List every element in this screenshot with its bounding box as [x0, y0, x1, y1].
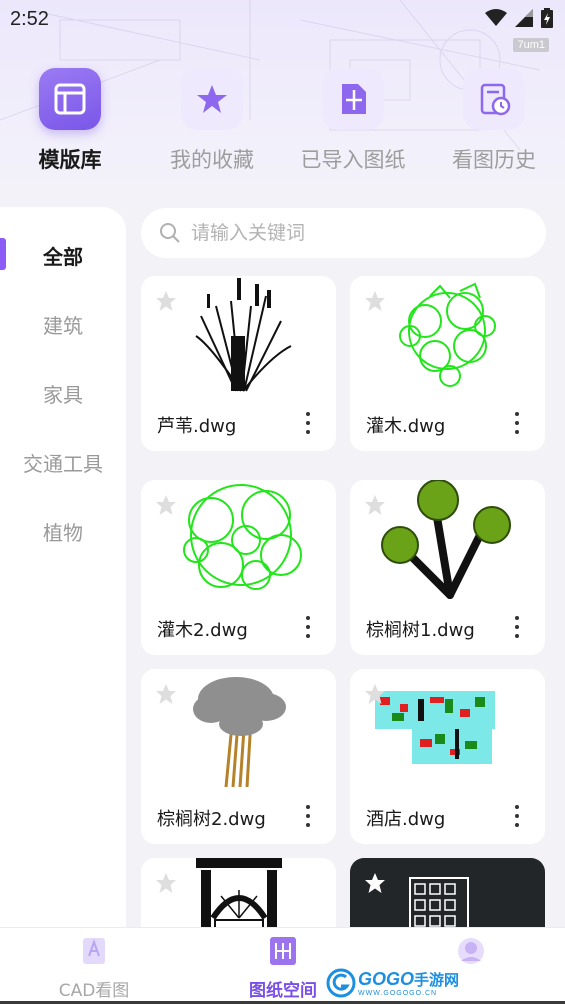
star-favorites-icon	[181, 68, 243, 130]
tab-label: 已导入图纸	[300, 148, 406, 172]
more-options-icon[interactable]	[302, 412, 314, 434]
bottom-tab-bar: CAD看图 图纸空间	[0, 927, 565, 1004]
template-card[interactable]: 棕榈树1.dwg	[350, 480, 545, 655]
tab-label: 模版库	[36, 144, 102, 176]
template-card[interactable]: 棕榈树2.dwg	[141, 669, 336, 844]
template-name: 棕榈树1.dwg	[366, 620, 475, 641]
status-bar: 2:52 7um1	[0, 0, 565, 52]
template-library-icon	[39, 68, 101, 130]
template-card[interactable]: 芦苇.dwg	[141, 276, 336, 451]
signal-icon	[515, 9, 533, 27]
device-badge: 7um1	[513, 38, 549, 52]
more-options-icon[interactable]	[302, 805, 314, 827]
battery-charging-icon	[541, 8, 553, 28]
wifi-icon	[485, 9, 507, 26]
template-card[interactable]: 酒店.dwg	[350, 669, 545, 844]
favorite-star-icon[interactable]	[155, 494, 177, 520]
template-name: 棕榈树2.dwg	[157, 809, 266, 830]
favorite-star-icon[interactable]	[155, 290, 177, 316]
history-icon	[463, 68, 525, 130]
tab-cad-view[interactable]: CAD看图	[52, 936, 136, 1001]
status-icons	[485, 8, 553, 28]
template-card[interactable]: 灌木2.dwg	[141, 480, 336, 655]
favorite-star-icon[interactable]	[364, 683, 386, 709]
tab-favorites[interactable]: 我的收藏	[142, 68, 282, 174]
gogo-logo-icon	[326, 968, 356, 998]
template-card[interactable]: 灌木.dwg	[350, 276, 545, 451]
status-time: 2:52	[10, 8, 49, 30]
tab-imported-drawings[interactable]: 已导入图纸	[283, 68, 423, 174]
more-options-icon[interactable]	[511, 805, 523, 827]
profile-avatar-icon	[458, 938, 484, 964]
tab-profile[interactable]	[454, 936, 488, 970]
template-name: 芦苇.dwg	[157, 416, 237, 437]
sidebar-item-furniture[interactable]: 家具	[0, 379, 126, 408]
favorite-star-icon[interactable]	[155, 683, 177, 709]
search-icon	[160, 223, 180, 243]
sidebar-item-vehicles[interactable]: 交通工具	[0, 448, 126, 477]
tab-drawing-space[interactable]: 图纸空间	[240, 936, 326, 1001]
tab-label: 图纸空间	[249, 981, 317, 1001]
favorite-star-icon[interactable]	[364, 872, 386, 898]
favorite-star-icon[interactable]	[364, 290, 386, 316]
category-sidebar: 全部 建筑 家具 交通工具 植物	[0, 207, 126, 927]
cad-view-icon	[83, 938, 105, 964]
search-input[interactable]	[191, 222, 511, 244]
watermark-site: 手游网	[414, 972, 460, 989]
top-nav: 模版库 我的收藏 已导入图纸 看图历史	[0, 68, 565, 188]
gogo-watermark: GOGO 手游网 WWW.GOGOGO.CN	[326, 966, 459, 1000]
drawing-space-icon	[270, 937, 296, 965]
watermark-brand: GOGO	[358, 969, 415, 989]
sidebar-item-plants[interactable]: 植物	[0, 517, 126, 546]
template-name: 灌木.dwg	[366, 416, 446, 437]
tab-view-history[interactable]: 看图历史	[424, 68, 564, 174]
template-name: 灌木2.dwg	[157, 620, 248, 641]
import-drawing-icon	[322, 68, 384, 130]
template-name: 酒店.dwg	[366, 809, 446, 830]
more-options-icon[interactable]	[511, 412, 523, 434]
tab-label: CAD看图	[58, 981, 130, 1001]
favorite-star-icon[interactable]	[155, 872, 177, 898]
tab-label: 看图历史	[452, 148, 536, 172]
more-options-icon[interactable]	[302, 616, 314, 638]
tab-label: 我的收藏	[170, 148, 254, 172]
search-bar[interactable]	[141, 208, 546, 258]
sidebar-item-all[interactable]: 全部	[0, 241, 126, 270]
favorite-star-icon[interactable]	[364, 494, 386, 520]
watermark-url: WWW.GOGOGO.CN	[358, 990, 438, 997]
tab-template-library[interactable]: 模版库	[0, 68, 140, 176]
more-options-icon[interactable]	[511, 616, 523, 638]
sidebar-item-architecture[interactable]: 建筑	[0, 310, 126, 339]
